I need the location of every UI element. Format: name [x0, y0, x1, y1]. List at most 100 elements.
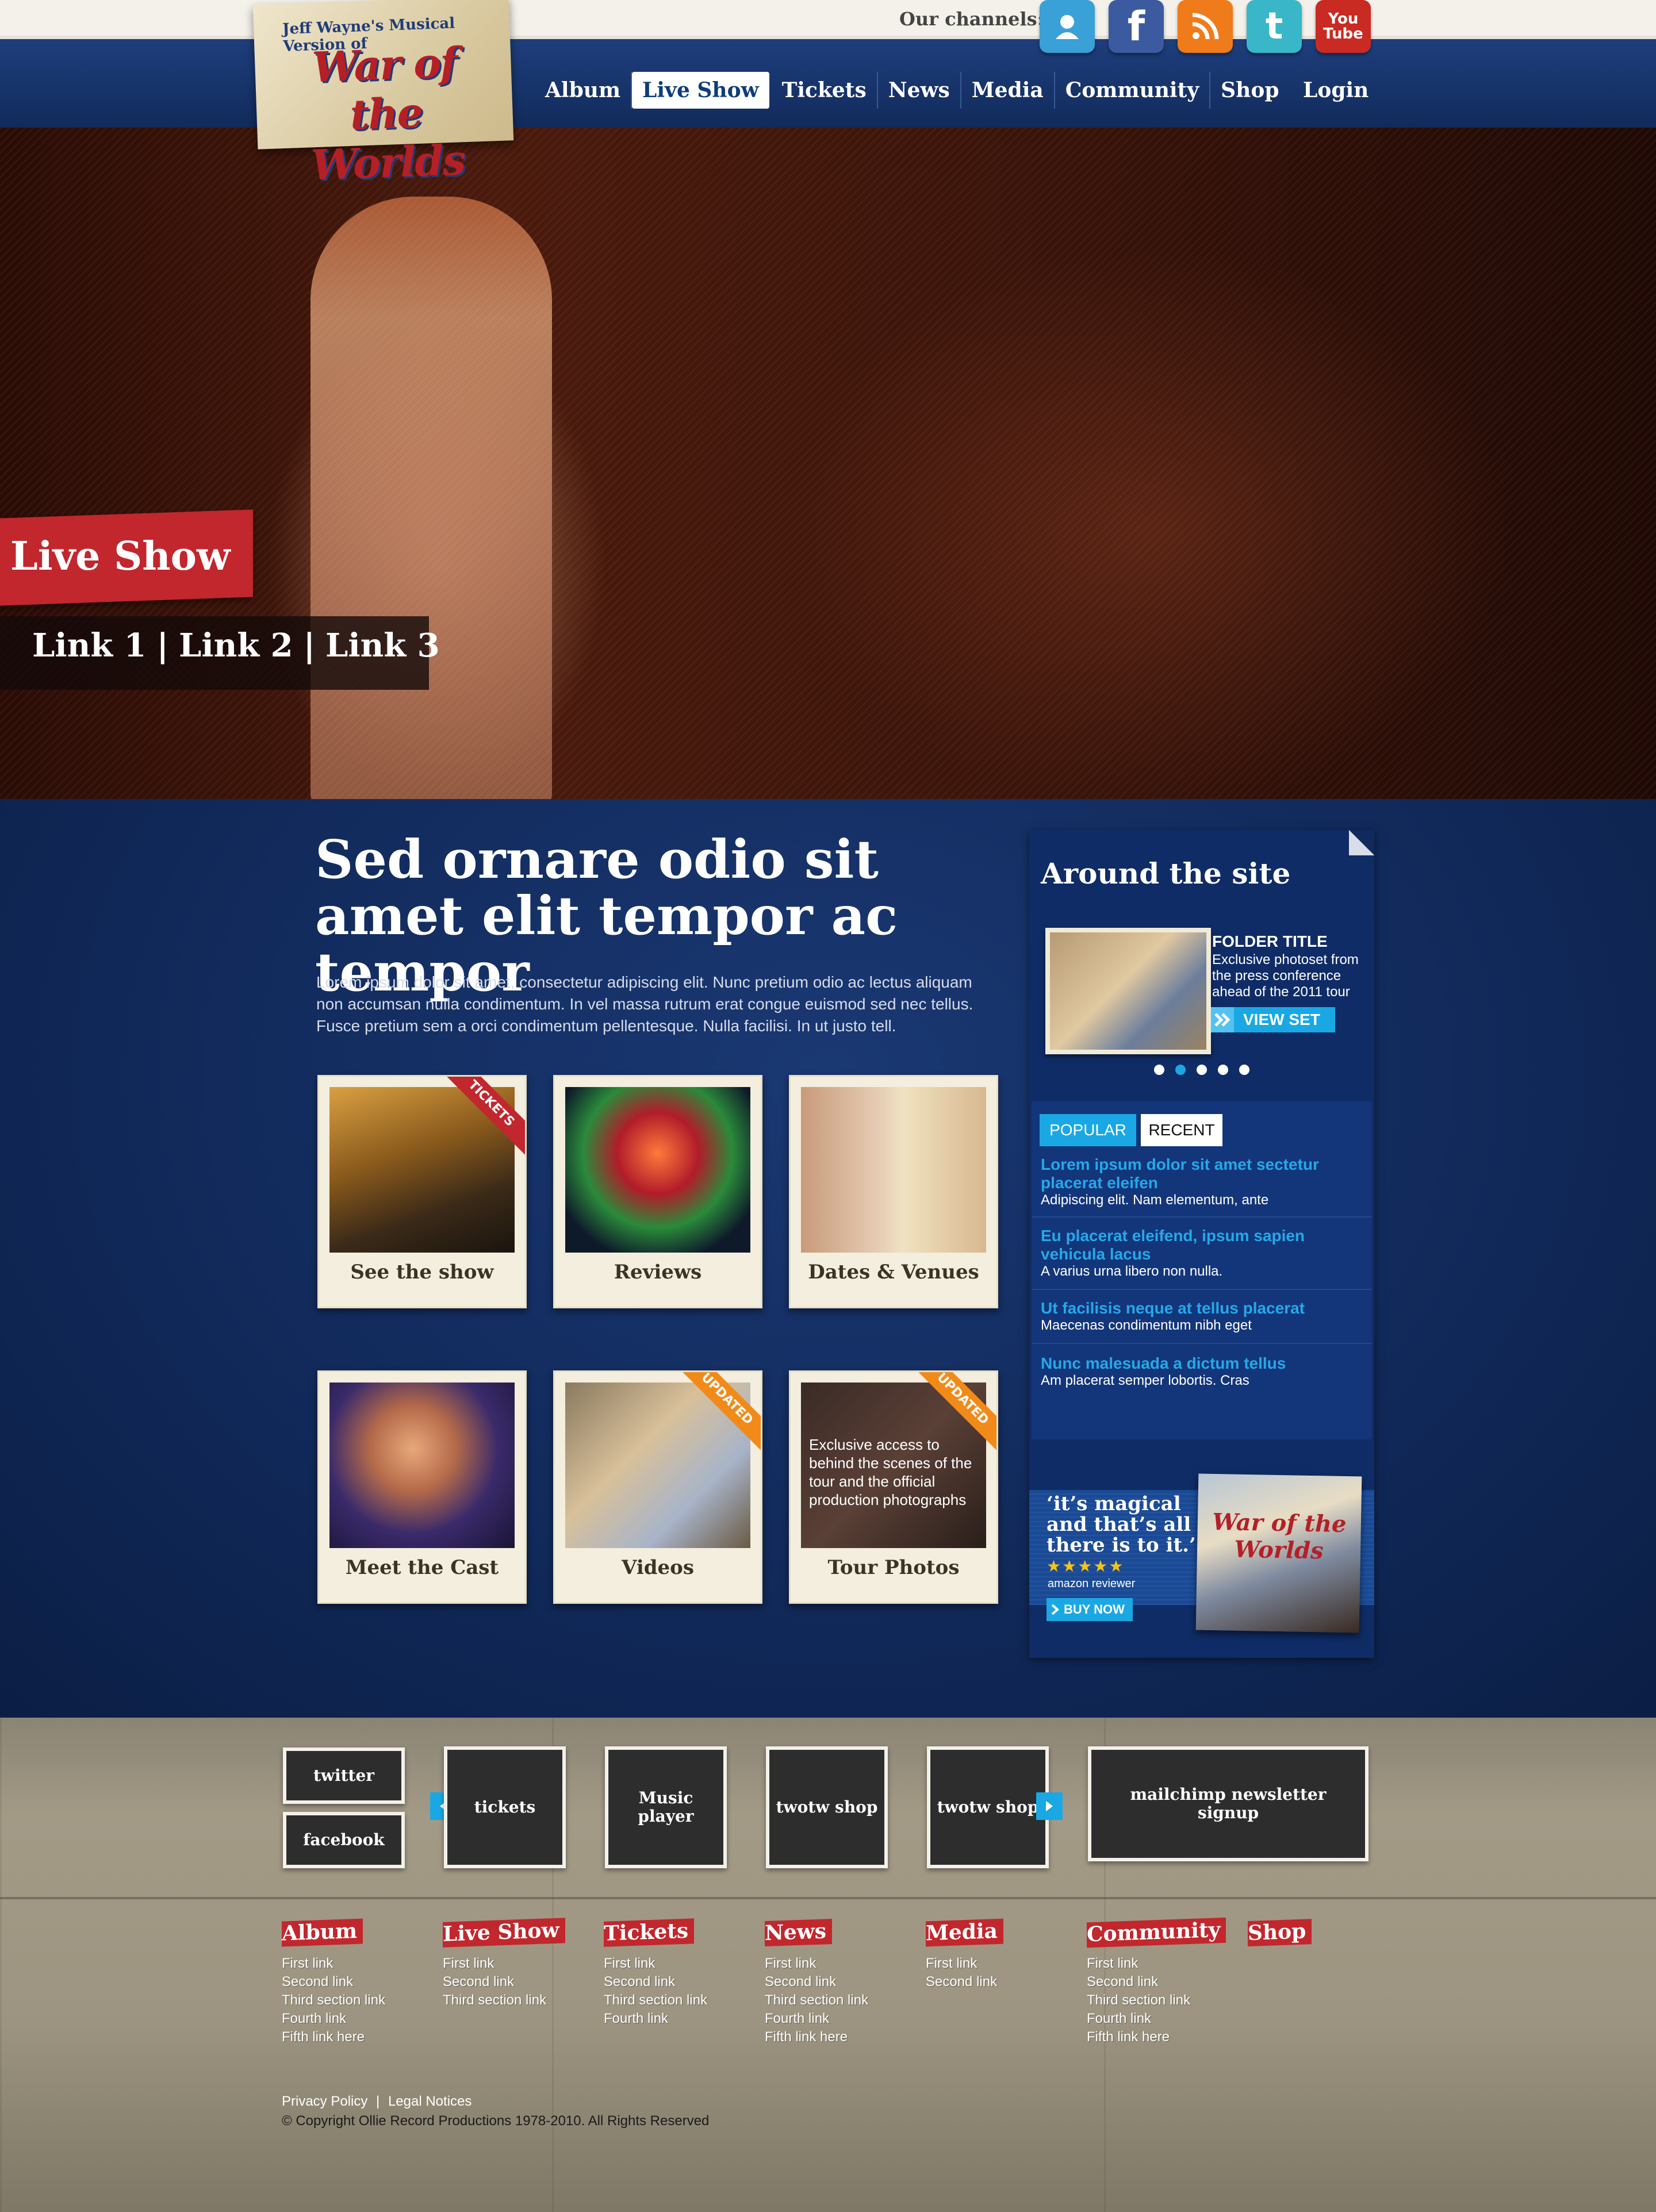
- carousel-dots: [1154, 1065, 1249, 1075]
- carousel-dot[interactable]: [1218, 1065, 1228, 1075]
- footer-link[interactable]: Third section link: [765, 1991, 868, 2010]
- tile-tour-photos[interactable]: Exclusive access to behind the scenes of…: [789, 1370, 998, 1604]
- tile-see-the-show[interactable]: TICKETS See the show: [317, 1075, 527, 1308]
- myspace-icon[interactable]: [1040, 0, 1095, 53]
- footer-link[interactable]: Third section link: [282, 1991, 385, 2010]
- carousel-dot[interactable]: [1197, 1065, 1207, 1075]
- tile-meet-the-cast[interactable]: Meet the Cast: [317, 1370, 527, 1604]
- tile-dates-venues[interactable]: Dates & Venues: [789, 1075, 998, 1308]
- footer-link[interactable]: Fifth link here: [765, 2028, 868, 2046]
- footer-column-heading[interactable]: Tickets: [604, 1918, 695, 1947]
- post-item[interactable]: Ut facilisis neque at tellus placerat Ma…: [1041, 1299, 1368, 1334]
- hero-link-1[interactable]: Link 1: [32, 627, 147, 665]
- footer-link[interactable]: Fifth link here: [282, 2028, 385, 2046]
- footer-link[interactable]: First link: [604, 1954, 707, 1973]
- buy-now-button[interactable]: BUY NOW: [1046, 1598, 1133, 1621]
- facebook-icon[interactable]: f: [1109, 0, 1164, 53]
- nav-media[interactable]: Media: [961, 72, 1055, 109]
- carousel-dot[interactable]: [1239, 1065, 1249, 1075]
- hero-link-2[interactable]: Link 2: [179, 627, 293, 665]
- footer-link[interactable]: First link: [1087, 1954, 1226, 1973]
- site-logo[interactable]: Jeff Wayne's Musical Version of War of t…: [252, 0, 514, 189]
- login-link[interactable]: Login: [1303, 72, 1368, 109]
- folder-description: Exclusive photoset from the press confer…: [1212, 952, 1359, 1000]
- nav-album[interactable]: Album: [535, 72, 632, 109]
- footer-link[interactable]: Second link: [282, 1973, 385, 1991]
- view-set-label: VIEW SET: [1243, 1011, 1320, 1028]
- folder-photo[interactable]: [1045, 928, 1211, 1054]
- tile-videos[interactable]: UPDATED Videos: [553, 1370, 762, 1604]
- footer-link[interactable]: Third section link: [1087, 1991, 1226, 2010]
- footer-link[interactable]: Fourth link: [1087, 2010, 1226, 2028]
- footer-column-news: News First link Second link Third sectio…: [765, 1918, 868, 2046]
- privacy-policy-link[interactable]: Privacy Policy: [282, 2094, 367, 2109]
- footer-link[interactable]: Second link: [926, 1973, 1003, 1991]
- footer-link[interactable]: Third section link: [443, 1991, 565, 2010]
- footer-tickets-box[interactable]: tickets: [444, 1746, 566, 1868]
- footer-link[interactable]: First link: [443, 1954, 565, 1973]
- view-set-button[interactable]: VIEW SET: [1211, 1007, 1335, 1032]
- legal-notices-link[interactable]: Legal Notices: [388, 2094, 471, 2109]
- rss-icon[interactable]: [1178, 0, 1233, 53]
- nav-tickets[interactable]: Tickets: [772, 72, 878, 109]
- footer-column-live-show: Live Show First link Second link Third s…: [443, 1918, 565, 2010]
- footer-link[interactable]: First link: [282, 1954, 385, 1973]
- footer-column-heading[interactable]: Community: [1087, 1917, 1226, 1948]
- footer-link[interactable]: First link: [926, 1954, 1003, 1973]
- footer-link[interactable]: Fourth link: [282, 2010, 385, 2028]
- tab-popular[interactable]: POPULAR: [1040, 1114, 1136, 1146]
- hero-link-3[interactable]: Link 3: [325, 627, 440, 665]
- nav-shop[interactable]: Shop: [1210, 72, 1289, 109]
- carousel-dot-active[interactable]: [1175, 1065, 1186, 1075]
- hero-link-separator: |: [303, 627, 315, 665]
- footer-twitter-button[interactable]: twitter: [283, 1748, 405, 1804]
- album-cover[interactable]: War of the Worlds: [1195, 1473, 1362, 1633]
- footer-column-heading[interactable]: News: [765, 1918, 833, 1947]
- post-item[interactable]: Eu placerat eleifend, ipsum sapien vehic…: [1041, 1227, 1368, 1280]
- post-title[interactable]: Eu placerat eleifend, ipsum sapien vehic…: [1041, 1227, 1368, 1264]
- star-rating: ★★★★★: [1046, 1557, 1125, 1576]
- footer-link[interactable]: First link: [765, 1954, 868, 1973]
- footer-column-heading[interactable]: Shop: [1248, 1919, 1312, 1946]
- footer-link[interactable]: Fourth link: [604, 2010, 707, 2028]
- footer-link[interactable]: Second link: [604, 1973, 707, 1991]
- footer-facebook-button[interactable]: facebook: [283, 1812, 405, 1868]
- divider: [1032, 1216, 1372, 1218]
- post-item[interactable]: Lorem ipsum dolor sit amet sectetur plac…: [1041, 1155, 1368, 1208]
- nav-community[interactable]: Community: [1055, 72, 1211, 109]
- folder-title: FOLDER TITLE: [1212, 932, 1328, 950]
- carousel-dot[interactable]: [1154, 1065, 1164, 1075]
- footer-link[interactable]: Second link: [1087, 1973, 1226, 1991]
- footer-link[interactable]: Second link: [443, 1973, 565, 1991]
- carousel-next-icon[interactable]: [1036, 1792, 1063, 1820]
- hero-link-separator: |: [156, 627, 168, 665]
- post-title[interactable]: Lorem ipsum dolor sit amet sectetur plac…: [1041, 1155, 1368, 1192]
- post-title[interactable]: Nunc malesuada a dictum tellus: [1041, 1354, 1368, 1373]
- footer-link[interactable]: Second link: [765, 1973, 868, 1991]
- footer-link[interactable]: Fourth link: [765, 2010, 868, 2028]
- footer-link[interactable]: Fifth link here: [1087, 2028, 1226, 2046]
- footer-music-player-box[interactable]: Music player: [605, 1746, 727, 1868]
- double-chevron-right-icon: [1211, 1007, 1234, 1032]
- newsletter-signup-box[interactable]: mailchimp newsletter signup: [1088, 1746, 1368, 1861]
- tile-label: Tour Photos: [827, 1556, 960, 1579]
- post-title[interactable]: Ut facilisis neque at tellus placerat: [1041, 1299, 1368, 1318]
- footer-link[interactable]: Third section link: [604, 1991, 707, 2010]
- footer-shop-box[interactable]: twotw shop: [927, 1746, 1049, 1868]
- footer-column-shop: Shop: [1248, 1919, 1312, 1946]
- twitter-icon[interactable]: t: [1247, 0, 1302, 53]
- footer-column-album: Album First link Second link Third secti…: [282, 1918, 385, 2046]
- nav-live-show[interactable]: Live Show: [632, 72, 769, 109]
- nav-news[interactable]: News: [878, 72, 961, 109]
- footer-column-heading[interactable]: Media: [926, 1918, 1003, 1947]
- tile-reviews[interactable]: Reviews: [553, 1075, 762, 1308]
- tile-label: Videos: [622, 1556, 694, 1579]
- footer-shop-box[interactable]: twotw shop: [766, 1746, 888, 1868]
- youtube-icon[interactable]: You Tube: [1316, 0, 1371, 53]
- review-quote: ‘it’s magical and that’s all there is to…: [1046, 1492, 1196, 1557]
- footer-column-heading[interactable]: Live Show: [443, 1918, 565, 1948]
- footer-column-heading[interactable]: Album: [282, 1918, 363, 1947]
- legal-separator: |: [376, 2094, 380, 2109]
- tab-recent[interactable]: RECENT: [1141, 1114, 1222, 1146]
- post-item[interactable]: Nunc malesuada a dictum tellus Am placer…: [1041, 1354, 1368, 1389]
